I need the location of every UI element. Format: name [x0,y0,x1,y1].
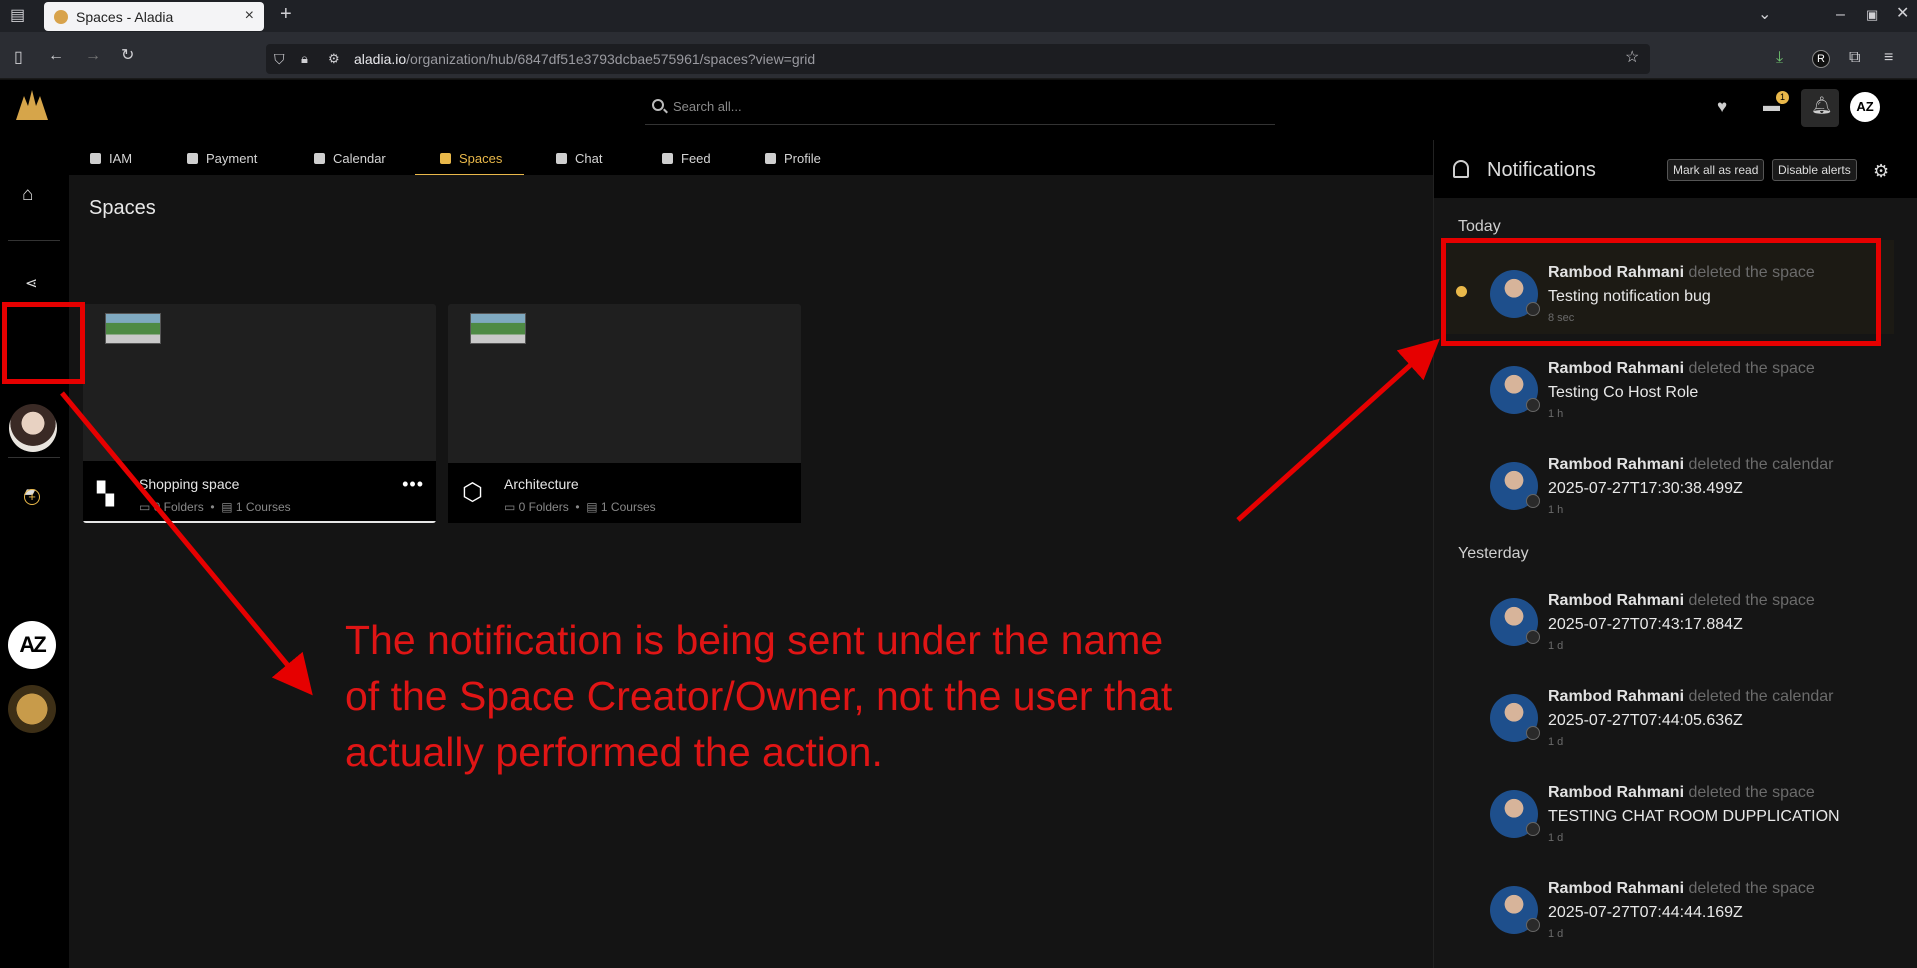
arrow-to-user-avatar [60,391,313,696]
annotation-arrows [60,338,1440,696]
arrow-to-notification [1236,338,1440,522]
